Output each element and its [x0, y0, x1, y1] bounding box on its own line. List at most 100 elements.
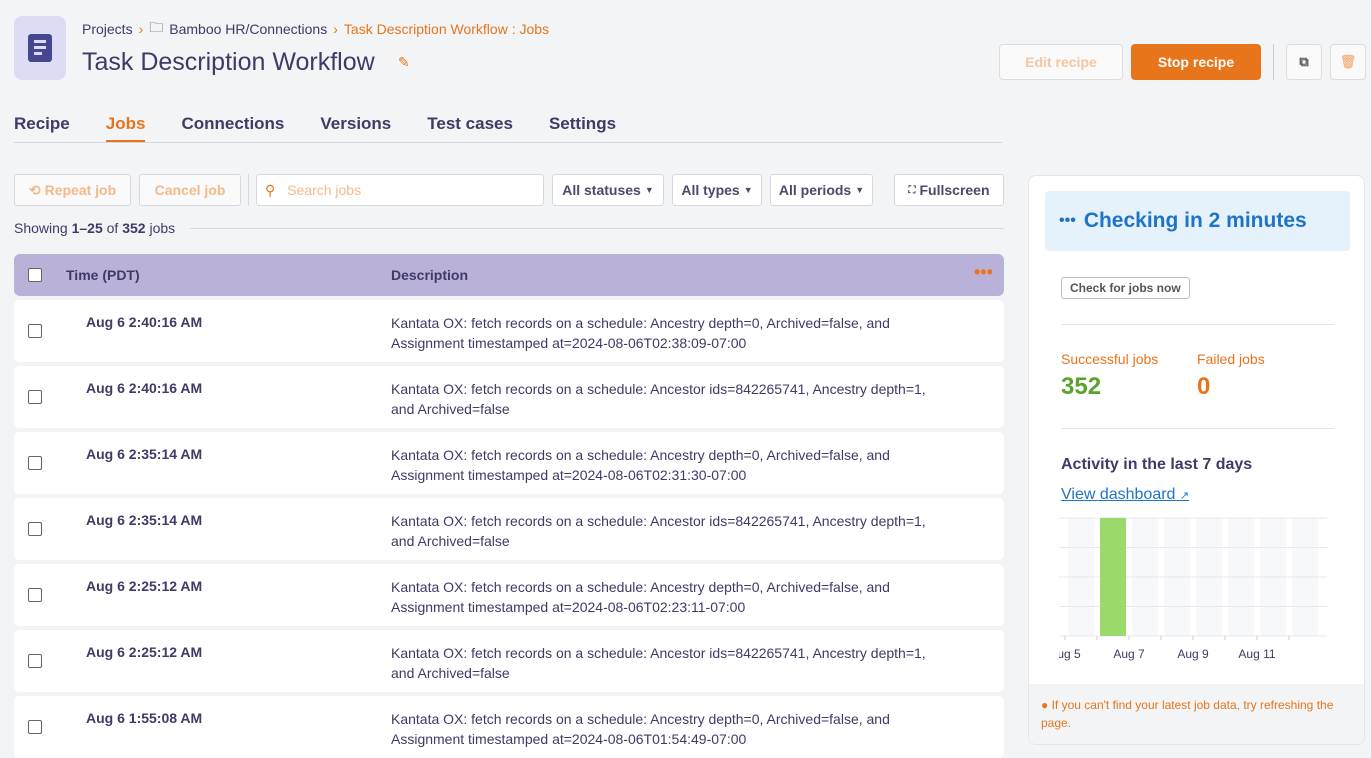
info-icon: ● — [1041, 698, 1049, 712]
refresh-hint-text: If you can't find your latest job data, … — [1041, 698, 1334, 730]
row-checkbox[interactable] — [28, 456, 42, 470]
type-filter-label: All types — [681, 182, 740, 198]
fullscreen-button[interactable]: ⛶ Fullscreen — [894, 174, 1004, 206]
divider — [14, 142, 1002, 143]
page-title: Task Description Workflow — [82, 48, 375, 76]
job-time: Aug 6 2:35:14 AM — [86, 512, 203, 528]
pencil-icon[interactable]: ✎ — [398, 54, 410, 71]
select-all-checkbox[interactable] — [28, 268, 42, 282]
showing-count: Showing 1–25 of 352 jobs — [14, 220, 176, 236]
external-link-icon: ↗ — [1179, 490, 1190, 502]
job-description: Kantata OX: fetch records on a schedule:… — [391, 513, 926, 549]
type-filter[interactable]: All types ▼ — [672, 174, 762, 206]
caret-down-icon: ▼ — [743, 185, 753, 195]
table-header: Time (PDT) Description ••• — [14, 254, 1004, 296]
column-description: Description — [391, 267, 469, 283]
job-time: Aug 6 2:25:12 AM — [86, 644, 203, 660]
x-tick-label: Aug 9 — [1177, 647, 1209, 661]
copy-icon[interactable]: ⧉ — [1286, 44, 1322, 80]
folder-icon: 🗀 — [149, 19, 164, 35]
failed-jobs-count: 0 — [1197, 373, 1211, 400]
tab-connections[interactable]: Connections — [181, 114, 284, 143]
search-icon: ⚲ — [265, 181, 276, 198]
job-description: Kantata OX: fetch records on a schedule:… — [391, 579, 890, 615]
row-checkbox[interactable] — [28, 390, 42, 404]
tab-jobs[interactable]: Jobs — [105, 114, 146, 143]
divider — [1061, 324, 1334, 325]
job-description: Kantata OX: fetch records on a schedule:… — [391, 711, 890, 747]
expand-icon: ⛶ — [908, 184, 916, 196]
successful-jobs-label: Successful jobs — [1061, 351, 1159, 367]
job-time: Aug 6 2:40:16 AM — [86, 314, 203, 330]
activity-title: Activity in the last 7 days — [1061, 456, 1253, 473]
row-checkbox[interactable] — [28, 324, 42, 338]
failed-jobs-label: Failed jobs — [1197, 351, 1265, 367]
view-dashboard-link[interactable]: View dashboard ↗ — [1061, 486, 1189, 504]
tab-versions[interactable]: Versions — [320, 114, 391, 143]
period-filter-label: All periods — [778, 182, 852, 198]
x-tick-label: Aug 11 — [1238, 647, 1275, 661]
row-checkbox[interactable] — [28, 720, 42, 734]
chevron-right-icon: › — [333, 21, 338, 37]
table-row[interactable]: Aug 6 2:35:14 AM Kantata OX: fetch record… — [14, 432, 1004, 494]
tab-recipe[interactable]: Recipe — [14, 114, 70, 143]
table-row[interactable]: Aug 6 2:25:12 AM Kantata OX: fetch record… — [14, 564, 1004, 626]
job-time: Aug 6 2:40:16 AM — [86, 380, 203, 396]
divider — [248, 174, 249, 206]
job-time: Aug 6 2:25:12 AM — [86, 578, 203, 594]
period-filter[interactable]: All periods ▼ — [770, 174, 873, 206]
divider — [190, 228, 1004, 229]
search-placeholder: Search jobs — [287, 182, 362, 198]
job-description: Kantata OX: fetch records on a schedule:… — [391, 447, 890, 483]
breadcrumb-current: Task Description Workflow : Jobs — [343, 21, 550, 37]
more-icon[interactable]: ••• — [974, 262, 993, 283]
trash-icon[interactable]: 🗑 — [1330, 44, 1366, 80]
caret-down-icon: ▼ — [644, 185, 654, 195]
check-jobs-now-button[interactable]: Check for jobs now — [1061, 277, 1190, 299]
chevron-right-icon: › — [138, 21, 144, 37]
fullscreen-label: Fullscreen — [919, 182, 990, 198]
table-row[interactable]: Aug 6 2:35:14 AM Kantata OX: fetch record… — [14, 498, 1004, 560]
activity-chart: Aug 5 Aug 7 Aug 9 Aug 11 — [1059, 517, 1327, 661]
bar-aug-6[interactable] — [1100, 518, 1126, 636]
tabs: Recipe Jobs Connections Versions Test ca… — [14, 114, 616, 143]
edit-recipe-button[interactable]: Edit recipe — [999, 44, 1123, 80]
checking-text: Checking in 2 minutes — [1083, 209, 1307, 232]
caret-down-icon: ▼ — [855, 185, 865, 195]
status-filter[interactable]: All statuses ▼ — [552, 174, 664, 206]
polling-panel: ••• Checking in 2 minutes Check for jobs … — [1028, 175, 1365, 745]
repeat-job-label: Repeat job — [44, 182, 117, 198]
stop-recipe-button[interactable]: Stop recipe — [1131, 44, 1261, 80]
recipe-icon — [14, 16, 66, 80]
row-checkbox[interactable] — [28, 522, 42, 536]
refresh-hint: ● If you can't find your latest job data… — [1029, 684, 1364, 744]
row-checkbox[interactable] — [28, 588, 42, 602]
cancel-job-button[interactable]: Cancel job — [139, 174, 241, 206]
job-description: Kantata OX: fetch records on a schedule:… — [391, 645, 926, 681]
column-time[interactable]: Time (PDT) — [66, 267, 140, 283]
ellipsis-icon: ••• — [1059, 212, 1076, 229]
job-time: Aug 6 2:35:14 AM — [86, 446, 203, 462]
job-time: Aug 6 1:55:08 AM — [86, 710, 203, 726]
tab-test-cases[interactable]: Test cases — [427, 114, 513, 143]
table-row[interactable]: Aug 6 2:40:16 AM Kantata OX: fetch record… — [14, 366, 1004, 428]
x-tick-label: Aug 5 — [1059, 647, 1081, 661]
divider — [1061, 428, 1334, 429]
successful-jobs-count: 352 — [1061, 373, 1102, 400]
row-checkbox[interactable] — [28, 654, 42, 668]
table-row[interactable]: Aug 6 2:25:12 AM Kantata OX: fetch record… — [14, 630, 1004, 692]
breadcrumb-projects[interactable]: Projects — [82, 21, 133, 37]
repeat-job-button[interactable]: ⟲ Repeat job — [14, 174, 131, 206]
tab-settings[interactable]: Settings — [549, 114, 616, 143]
breadcrumb: Projects › 🗀 Bamboo HR/Connections › Task D… — [82, 17, 549, 41]
checking-status: ••• Checking in 2 minutes — [1045, 191, 1350, 251]
job-description: Kantata OX: fetch records on a schedule:… — [391, 381, 926, 417]
x-tick-label: Aug 7 — [1113, 647, 1145, 661]
status-filter-label: All statuses — [562, 182, 641, 198]
table-row[interactable]: Aug 6 2:40:16 AM Kantata OX: fetch record… — [14, 300, 1004, 362]
divider — [1273, 44, 1274, 80]
breadcrumb-folder[interactable]: Bamboo HR/Connections — [169, 21, 327, 37]
search-input[interactable]: ⚲ Search jobs — [256, 174, 544, 206]
repeat-icon: ⟲ — [28, 181, 41, 198]
job-description: Kantata OX: fetch records on a schedule:… — [391, 315, 890, 351]
